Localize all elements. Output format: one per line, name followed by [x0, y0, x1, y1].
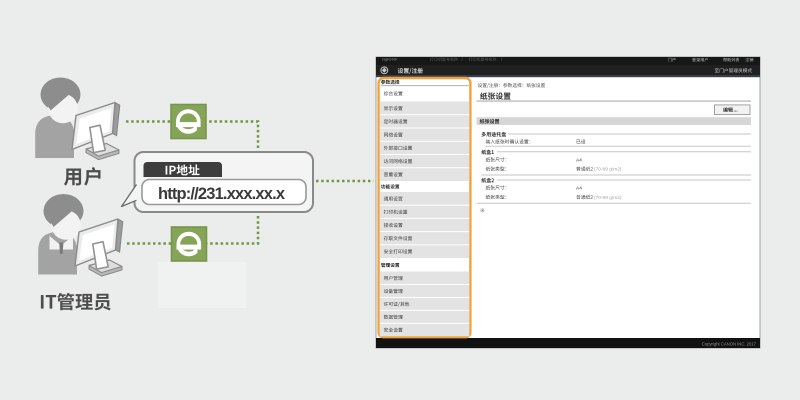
svg-text:(70-89 g/m2): (70-89 g/m2) [594, 167, 622, 173]
svg-text:...: ... [734, 108, 739, 114]
svg-text:A4: A4 [576, 157, 582, 163]
svg-text:A4: A4 [576, 185, 582, 191]
svg-text:Copyright CANON INC. 2017: Copyright CANON INC. 2017 [702, 342, 757, 347]
svg-text:http://231.xxx.xx.x: http://231.xxx.xx.x [158, 185, 286, 203]
svg-text:imageRUNNER: imageRUNNER [382, 58, 398, 62]
svg-text:(70-89 g/m2): (70-89 g/m2) [594, 195, 622, 201]
